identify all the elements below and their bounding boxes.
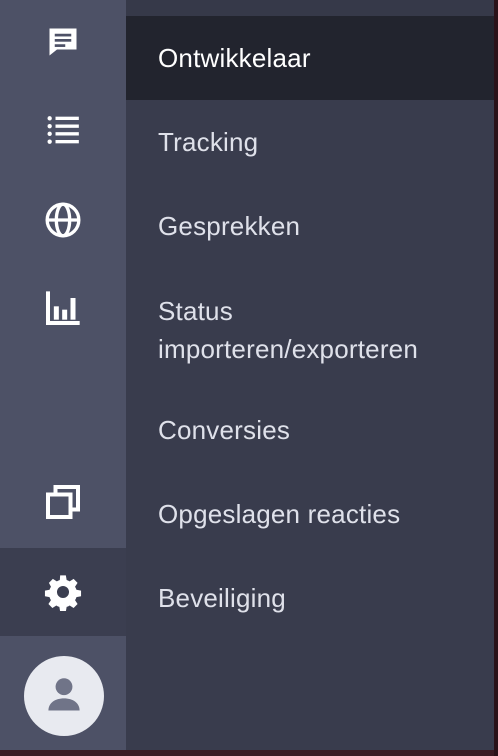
copy-icon (43, 482, 83, 522)
rail-item-copy[interactable] (0, 460, 126, 544)
user-icon (42, 672, 86, 721)
menu-item-label: Gesprekken (158, 211, 301, 241)
window-edge (494, 0, 498, 756)
settings-gear-icon (44, 573, 82, 611)
menu-item-label: Tracking (158, 127, 259, 157)
menu-item-label: Opgeslagen reacties (158, 499, 401, 529)
menu-item-conversions[interactable]: Conversies (126, 388, 494, 472)
bar-chart-icon (43, 288, 83, 328)
chat-icon (45, 24, 81, 60)
icon-rail (0, 0, 126, 750)
rail-item-lists[interactable] (0, 88, 126, 172)
panel-top-strip (126, 0, 494, 16)
menu-item-label: Beveiliging (158, 583, 286, 613)
rail-item-web[interactable] (0, 178, 126, 262)
menu-item-tracking[interactable]: Tracking (126, 100, 494, 184)
rail-item-settings[interactable] (0, 548, 126, 636)
menu-item-saved-replies[interactable]: Opgeslagen reacties (126, 472, 494, 556)
menu-item-label: Conversies (158, 415, 291, 445)
menu-item-developer[interactable]: Ontwikkelaar (126, 16, 494, 100)
list-icon (43, 110, 83, 150)
rail-item-conversations[interactable] (0, 0, 126, 84)
menu-item-label: Status importeren/exporteren (158, 296, 418, 364)
menu-item-status-import-export[interactable]: Status importeren/exporteren (126, 270, 494, 390)
rail-item-reports[interactable] (0, 266, 126, 350)
menu-item-label: Ontwikkelaar (158, 43, 311, 73)
globe-icon (43, 200, 83, 240)
settings-menu: Ontwikkelaar Tracking Gesprekken Status … (126, 0, 494, 750)
menu-item-security[interactable]: Beveiliging (126, 556, 494, 640)
user-avatar[interactable] (24, 656, 104, 736)
menu-item-conversations[interactable]: Gesprekken (126, 184, 494, 268)
